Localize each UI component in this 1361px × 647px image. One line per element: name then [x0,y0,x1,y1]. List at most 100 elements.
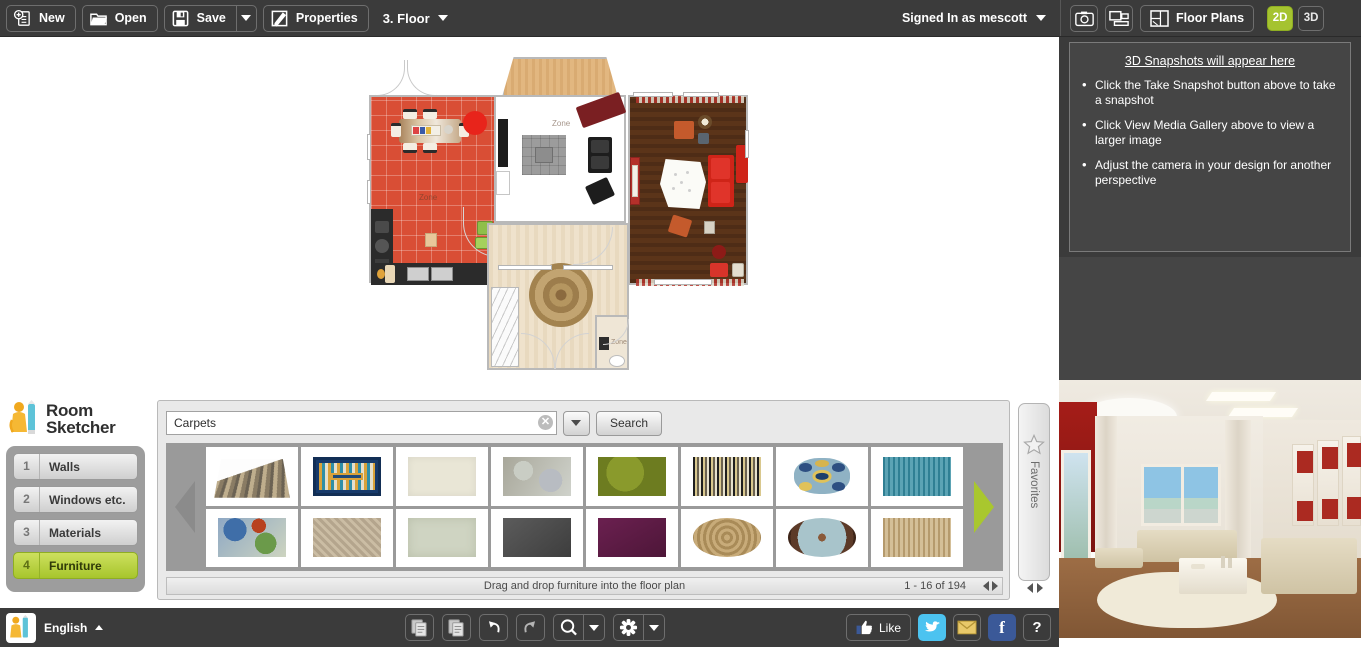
window[interactable] [654,279,712,285]
dark-red-bench[interactable] [575,91,627,129]
window[interactable] [563,265,613,270]
facebook-like-button[interactable]: Like [845,614,911,641]
red-chair[interactable] [710,263,728,277]
search-dropdown-button[interactable] [562,410,590,436]
dining-chair[interactable] [423,143,437,153]
round-side-table[interactable] [698,115,712,129]
toilet[interactable] [609,355,625,367]
side-table[interactable] [704,221,715,234]
zoom-button[interactable] [554,615,583,640]
grey-stool[interactable] [698,133,709,144]
window[interactable] [683,92,719,97]
catalog-item[interactable] [301,447,393,506]
favorites-prev-icon[interactable] [1027,583,1033,593]
window[interactable] [367,180,371,204]
search-input[interactable] [166,411,557,435]
dining-chair[interactable] [403,143,417,153]
side-cabinet[interactable] [496,171,510,195]
undo-button[interactable] [479,614,508,641]
sidebar-item-windows[interactable]: 2 Windows etc. [13,486,138,513]
settings-button[interactable] [614,615,643,640]
tv-unit[interactable] [498,119,508,167]
room-center-living[interactable]: Zone [494,91,627,223]
take-snapshot-button[interactable] [1070,4,1098,32]
dining-chair[interactable] [403,109,417,119]
catalog-item[interactable] [871,447,963,506]
room-kitchen-dining[interactable]: Zone [369,95,498,285]
rug-thumbnail [502,456,572,496]
catalog-item[interactable] [491,508,583,567]
floor-mat[interactable] [425,233,437,247]
sidebar-item-furniture[interactable]: 4 Furniture [13,552,138,579]
prev-page-button[interactable] [166,443,204,571]
catalog-item[interactable] [681,447,773,506]
sidebar-item-materials[interactable]: 3 Materials [13,519,138,546]
zoom-dropdown-button[interactable] [583,615,604,640]
properties-button[interactable]: Properties [262,4,369,32]
copy-button[interactable] [405,614,434,641]
window[interactable] [745,130,749,158]
catalog-item[interactable] [206,447,298,506]
catalog-item[interactable] [491,447,583,506]
pager-prev-icon[interactable] [983,581,989,591]
view-2d-button[interactable]: 2D [1267,5,1294,31]
clear-search-icon[interactable]: ✕ [537,415,553,430]
help-button[interactable]: ? [1023,614,1051,641]
catalog-item[interactable] [871,508,963,567]
next-page-button[interactable] [965,443,1003,571]
black-armchair[interactable] [584,176,616,206]
facebook-share-button[interactable]: f [988,614,1016,641]
catalog-item[interactable] [206,508,298,567]
window[interactable] [498,265,552,270]
floor-selector[interactable]: 3. Floor [383,11,448,26]
selection-marker[interactable] [463,111,487,135]
search-button[interactable]: Search [595,410,662,436]
catalog-item[interactable] [586,508,678,567]
dining-chair[interactable] [423,109,437,119]
catalog-item[interactable] [776,447,868,506]
floor-plan-canvas[interactable]: Zone Zone Zone [0,37,1059,392]
save-button[interactable]: Save [165,6,236,31]
red-ottoman[interactable] [712,245,726,259]
account-menu[interactable]: Signed In as mescott [902,11,1046,25]
open-button[interactable]: Open [81,4,158,32]
round-jute-rug[interactable] [529,263,593,327]
favorites-next-icon[interactable] [1037,583,1043,593]
catalog-item[interactable] [681,508,773,567]
save-button-group: Save [163,4,257,32]
window[interactable] [633,92,673,97]
pager-next-icon[interactable] [992,581,998,591]
orange-armchair[interactable] [674,121,694,139]
view-media-gallery-button[interactable] [1105,4,1133,32]
language-selector[interactable]: English [6,612,104,643]
red-sofa[interactable] [708,155,734,207]
white-star-rug[interactable] [660,159,706,209]
settings-dropdown-button[interactable] [643,615,664,640]
grey-area-rug[interactable] [522,135,566,175]
save-dropdown-button[interactable] [235,5,256,31]
room-bathroom[interactable]: Zone [595,315,629,370]
catalog-item[interactable] [396,508,488,567]
view-3d-button[interactable]: 3D [1298,5,1325,31]
catalog-item[interactable] [586,447,678,506]
favorites-tab[interactable]: Favorites [1018,403,1050,581]
window[interactable] [367,134,371,160]
floor-plans-button[interactable]: Floor Plans [1140,4,1255,32]
catalog-item[interactable] [776,508,868,567]
room-living[interactable] [628,95,748,286]
dining-chair[interactable] [391,123,401,137]
orange-armchair[interactable] [667,214,693,238]
dining-table[interactable] [399,119,461,143]
new-button[interactable]: New [6,4,76,32]
render-preview-image[interactable] [1059,380,1361,647]
catalog-item[interactable] [301,508,393,567]
staircase[interactable] [491,287,519,367]
twitter-share-button[interactable] [918,614,946,641]
corner-lamp[interactable] [732,263,744,277]
email-share-button[interactable] [953,614,981,641]
redo-button[interactable] [516,614,545,641]
catalog-item[interactable] [396,447,488,506]
paste-button[interactable] [442,614,471,641]
black-sofa[interactable] [588,137,612,173]
sidebar-item-walls[interactable]: 1 Walls [13,453,138,480]
